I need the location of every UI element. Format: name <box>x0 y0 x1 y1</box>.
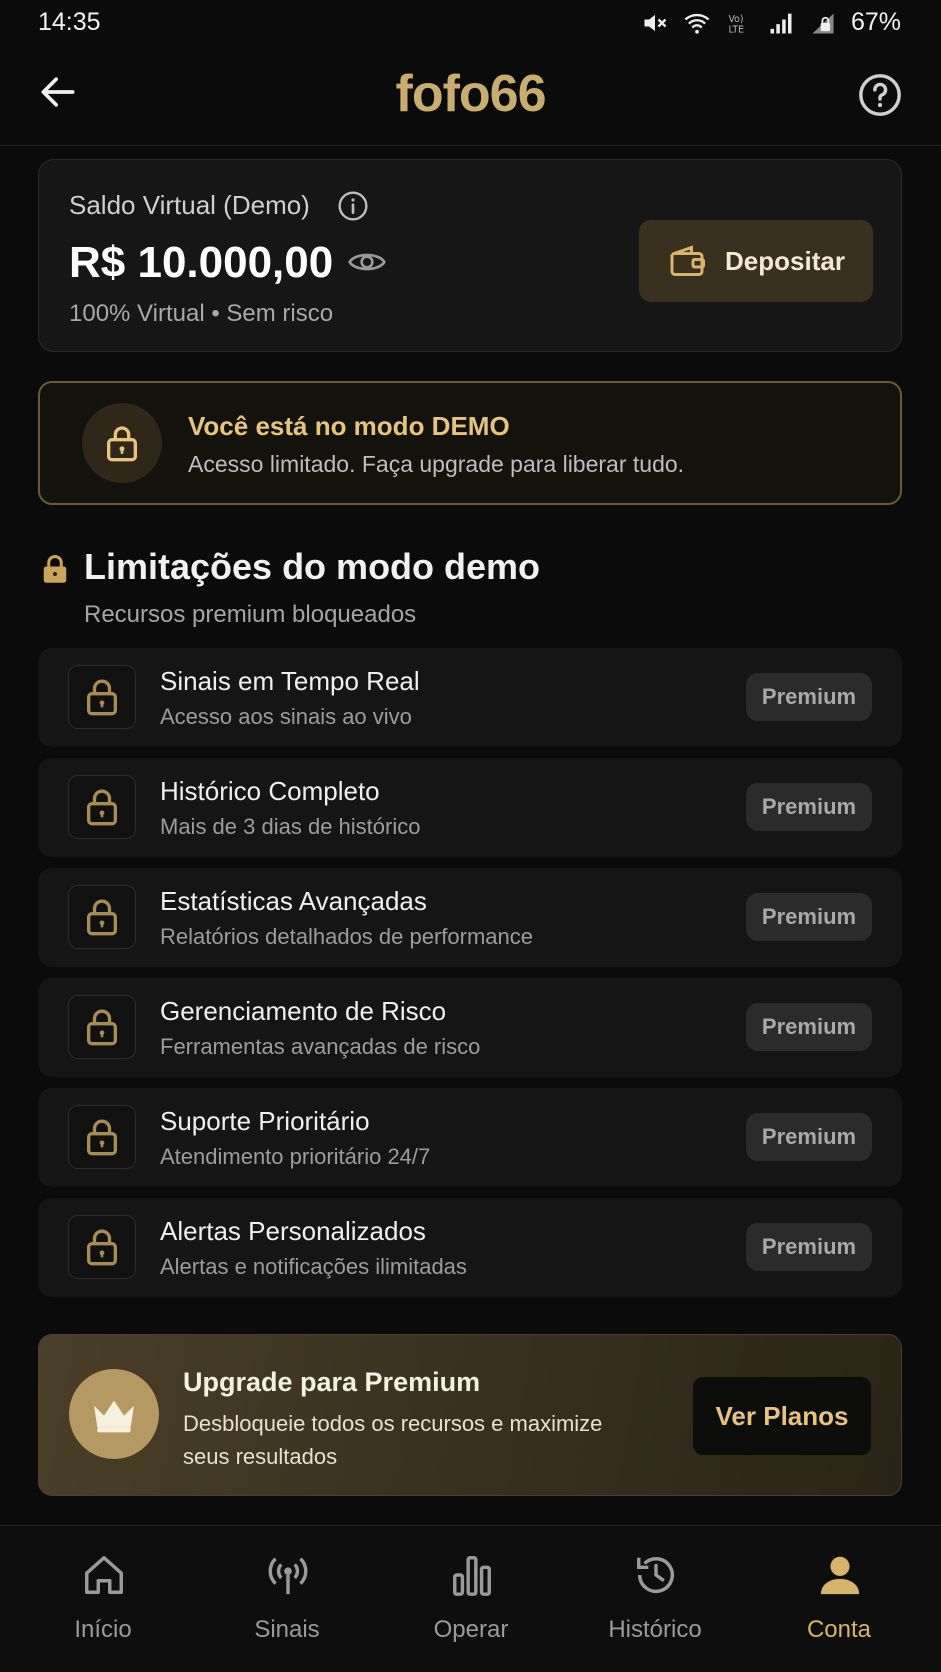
status-time: 14:35 <box>38 8 101 36</box>
lock-icon <box>87 899 117 936</box>
demo-banner-title: Você está no modo DEMO <box>188 411 510 441</box>
view-plans-button[interactable]: Ver Planos <box>693 1377 871 1455</box>
history-icon <box>637 1557 674 1594</box>
premium-badge: Premium <box>746 893 872 941</box>
mute-icon <box>644 14 667 31</box>
app-header: fofo66 <box>0 46 941 146</box>
feature-row[interactable]: Estatísticas Avançadas Relatórios detalh… <box>38 868 902 967</box>
balance-value: R$ 10.000,00 <box>69 238 334 287</box>
crown-icon <box>94 1400 134 1433</box>
feature-description: Atendimento prioritário 24/7 <box>160 1144 431 1169</box>
section-lock-icon <box>43 555 67 583</box>
feature-title: Alertas Personalizados <box>160 1216 426 1246</box>
lock-icon <box>87 679 117 716</box>
balance-label: Saldo Virtual (Demo) <box>69 190 310 220</box>
deposit-label: Depositar <box>725 245 845 276</box>
nav-item-historico[interactable]: Histórico <box>561 1526 749 1672</box>
feature-description: Mais de 3 dias de histórico <box>160 814 421 839</box>
volte-icon: Vo)LTE <box>728 13 744 35</box>
balance-subtitle: 100% Virtual • Sem risco <box>69 300 334 327</box>
demo-lock-badge <box>82 403 162 483</box>
feature-description: Ferramentas avançadas de risco <box>160 1034 481 1059</box>
lock-icon <box>87 1119 117 1156</box>
limitations-title: Limitações do modo demo <box>84 546 541 587</box>
premium-badge: Premium <box>746 1113 872 1161</box>
nav-label: Início <box>74 1616 132 1643</box>
premium-badge: Premium <box>746 673 872 721</box>
nav-label: Sinais <box>254 1616 320 1643</box>
nav-label: Conta <box>806 1616 872 1643</box>
feature-row[interactable]: Alertas Personalizados Alertas e notific… <box>38 1198 902 1297</box>
nav-item-inicio[interactable]: Início <box>9 1526 197 1672</box>
premium-badge: Premium <box>746 783 872 831</box>
feature-lock-box <box>68 665 136 729</box>
svg-text:Vo): Vo) <box>728 13 743 24</box>
lock-icon <box>107 426 137 462</box>
feature-row[interactable]: Gerenciamento de Risco Ferramentas avanç… <box>38 978 902 1077</box>
user-icon <box>820 1556 860 1595</box>
feature-title: Gerenciamento de Risco <box>160 996 447 1026</box>
nav-item-sinais[interactable]: Sinais <box>193 1526 381 1672</box>
battery-percent: 67% <box>850 8 901 36</box>
feature-lock-box <box>68 1105 136 1169</box>
signal-icon <box>770 13 792 33</box>
status-bar: 14:35 Vo) LTE 67% <box>0 0 941 46</box>
feature-lock-box <box>68 885 136 949</box>
limitations-subtitle: Recursos premium bloqueados <box>84 601 417 628</box>
nav-item-conta[interactable]: Conta <box>745 1526 933 1672</box>
feature-description: Acesso aos sinais ao vivo <box>160 704 412 729</box>
lock-icon <box>87 789 117 826</box>
nav-label: Operar <box>433 1616 509 1643</box>
battery-lock-icon <box>812 13 834 33</box>
feature-lock-box <box>68 1215 136 1279</box>
premium-badge: Premium <box>746 1223 872 1271</box>
feature-title: Suporte Prioritário <box>160 1106 370 1136</box>
demo-mode-banner: Você está no modo DEMO Acesso limitado. … <box>38 381 902 505</box>
deposit-button[interactable]: Depositar <box>639 220 873 302</box>
feature-title: Estatísticas Avançadas <box>160 886 427 916</box>
lock-icon <box>87 1009 117 1046</box>
bar-chart-icon <box>453 1556 491 1596</box>
balance-card: Saldo Virtual (Demo) R$ 10.000,00 100% V… <box>38 159 902 352</box>
eye-icon[interactable] <box>347 246 387 278</box>
feature-lock-box <box>68 995 136 1059</box>
info-icon[interactable] <box>337 190 369 222</box>
upgrade-description: Desbloqueie todos os recursos e maximize… <box>183 1411 603 1469</box>
nav-item-operar[interactable]: Operar <box>377 1526 565 1672</box>
feature-description: Relatórios detalhados de performance <box>160 924 534 949</box>
feature-title: Sinais em Tempo Real <box>160 666 420 696</box>
home-icon <box>85 1556 123 1594</box>
upgrade-title: Upgrade para Premium <box>183 1367 481 1397</box>
crown-badge <box>69 1369 159 1459</box>
feature-title: Histórico Completo <box>160 776 380 806</box>
feature-row[interactable]: Histórico Completo Mais de 3 dias de his… <box>38 758 902 857</box>
app-logo-title: fofo66 <box>395 65 547 123</box>
feature-lock-box <box>68 775 136 839</box>
broadcast-icon <box>268 1557 308 1595</box>
upgrade-card: Upgrade para Premium Desbloqueie todos o… <box>38 1334 902 1496</box>
wallet-icon <box>670 245 706 276</box>
demo-banner-subtitle: Acesso limitado. Faça upgrade para liber… <box>188 451 685 477</box>
help-icon[interactable] <box>857 72 903 118</box>
bottom-nav: Início Sinais Operar Histórico Conta <box>0 1525 941 1672</box>
nav-label: Histórico <box>608 1616 702 1643</box>
svg-text:LTE: LTE <box>728 24 744 35</box>
feature-row[interactable]: Sinais em Tempo Real Acesso aos sinais a… <box>38 648 902 747</box>
feature-description: Alertas e notificações ilimitadas <box>160 1254 467 1279</box>
status-icons: Vo) LTE 67% <box>641 8 901 37</box>
premium-badge: Premium <box>746 1003 872 1051</box>
wifi-icon <box>684 13 710 34</box>
feature-row[interactable]: Suporte Prioritário Atendimento prioritá… <box>38 1088 902 1187</box>
lock-icon <box>87 1229 117 1266</box>
